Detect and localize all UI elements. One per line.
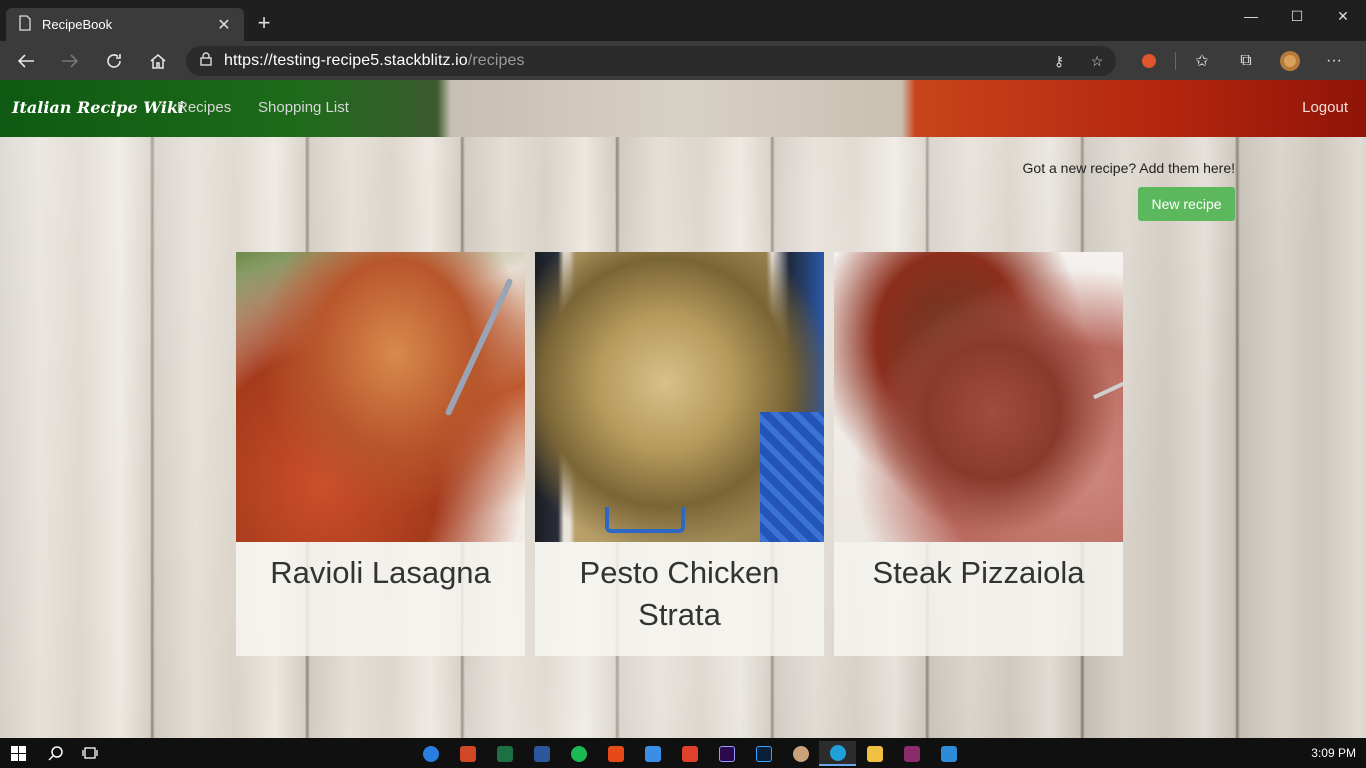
- minimize-button[interactable]: —: [1228, 0, 1274, 32]
- url-text: https://testing-recipe5.stackblitz.io/re…: [224, 52, 525, 69]
- task-view-icon[interactable]: [78, 742, 102, 764]
- system-clock[interactable]: 3:09 PM: [1311, 746, 1356, 760]
- lock-icon: [200, 51, 212, 71]
- browser-title-bar: RecipeBook ✕ + — ☐ ✕: [0, 0, 1366, 41]
- app-icon[interactable]: [782, 741, 819, 766]
- favorites-icon[interactable]: ✩: [1180, 47, 1224, 75]
- tab-title: RecipeBook: [42, 17, 113, 32]
- brand-logo[interactable]: Italian Recipe Wiki: [12, 98, 184, 117]
- address-bar[interactable]: https://testing-recipe5.stackblitz.io/re…: [186, 46, 1116, 76]
- recipe-card-pesto-chicken-strata[interactable]: Pesto Chicken Strata: [535, 252, 824, 656]
- nav-link-shopping-list[interactable]: Shopping List: [258, 99, 349, 116]
- photoshop-icon[interactable]: [745, 741, 782, 766]
- key-icon[interactable]: ⚷: [1040, 53, 1078, 70]
- nav-link-recipes[interactable]: Recipes: [177, 99, 231, 116]
- more-options-icon[interactable]: ···: [1312, 47, 1356, 75]
- file-explorer-icon[interactable]: [856, 741, 893, 766]
- recipe-card-steak-pizzaiola[interactable]: Steak Pizzaiola: [834, 252, 1123, 656]
- search-icon[interactable]: [43, 742, 67, 764]
- spotify-icon[interactable]: [560, 741, 597, 766]
- collections-icon[interactable]: ⧉: [1224, 47, 1268, 75]
- recipe-title: Pesto Chicken Strata: [579, 555, 780, 632]
- recipe-image: [535, 252, 824, 542]
- windows-taskbar: 3:09 PM: [0, 738, 1366, 768]
- logout-link[interactable]: Logout: [1302, 99, 1348, 116]
- close-tab-icon[interactable]: ✕: [216, 15, 232, 35]
- recipe-title: Ravioli Lasagna: [270, 555, 491, 590]
- taskbar-app-icon[interactable]: [412, 741, 449, 766]
- office-icon[interactable]: [597, 741, 634, 766]
- powerpoint-icon[interactable]: [449, 741, 486, 766]
- add-favorite-icon[interactable]: ☆: [1078, 53, 1116, 70]
- back-icon[interactable]: [12, 47, 40, 75]
- site-navbar: Italian Recipe Wiki Recipes Shopping Lis…: [0, 80, 1366, 137]
- browser-tab[interactable]: RecipeBook ✕: [6, 8, 244, 41]
- new-recipe-button[interactable]: New recipe: [1138, 187, 1235, 221]
- page-icon: [18, 15, 32, 34]
- windows-start-icon[interactable]: [6, 742, 30, 764]
- excel-icon[interactable]: [486, 741, 523, 766]
- recipe-image: [236, 252, 525, 542]
- premiere-icon[interactable]: [708, 741, 745, 766]
- home-icon[interactable]: [144, 47, 172, 75]
- window-controls: — ☐ ✕: [1228, 0, 1366, 32]
- profile-avatar[interactable]: [1268, 47, 1312, 75]
- reload-icon[interactable]: [100, 47, 128, 75]
- extension-icon[interactable]: [1127, 47, 1171, 75]
- winrar-icon[interactable]: [893, 741, 930, 766]
- acrobat-icon[interactable]: [671, 741, 708, 766]
- file-icon[interactable]: [634, 741, 671, 766]
- maximize-button[interactable]: ☐: [1274, 0, 1320, 32]
- word-icon[interactable]: [523, 741, 560, 766]
- recipe-card-ravioli-lasagna[interactable]: Ravioli Lasagna: [236, 252, 525, 656]
- vscode-icon[interactable]: [930, 741, 967, 766]
- browser-toolbar: https://testing-recipe5.stackblitz.io/re…: [0, 41, 1366, 80]
- page-content: Italian Recipe Wiki Recipes Shopping Lis…: [0, 80, 1366, 738]
- edge-icon[interactable]: [819, 741, 856, 766]
- recipe-title: Steak Pizzaiola: [872, 555, 1085, 590]
- close-window-button[interactable]: ✕: [1320, 0, 1366, 32]
- new-tab-button[interactable]: +: [252, 11, 276, 35]
- forward-icon[interactable]: [56, 47, 84, 75]
- toolbar-divider: [1175, 52, 1176, 70]
- new-recipe-hint: Got a new recipe? Add them here!: [1022, 160, 1235, 176]
- recipe-image: [834, 252, 1123, 542]
